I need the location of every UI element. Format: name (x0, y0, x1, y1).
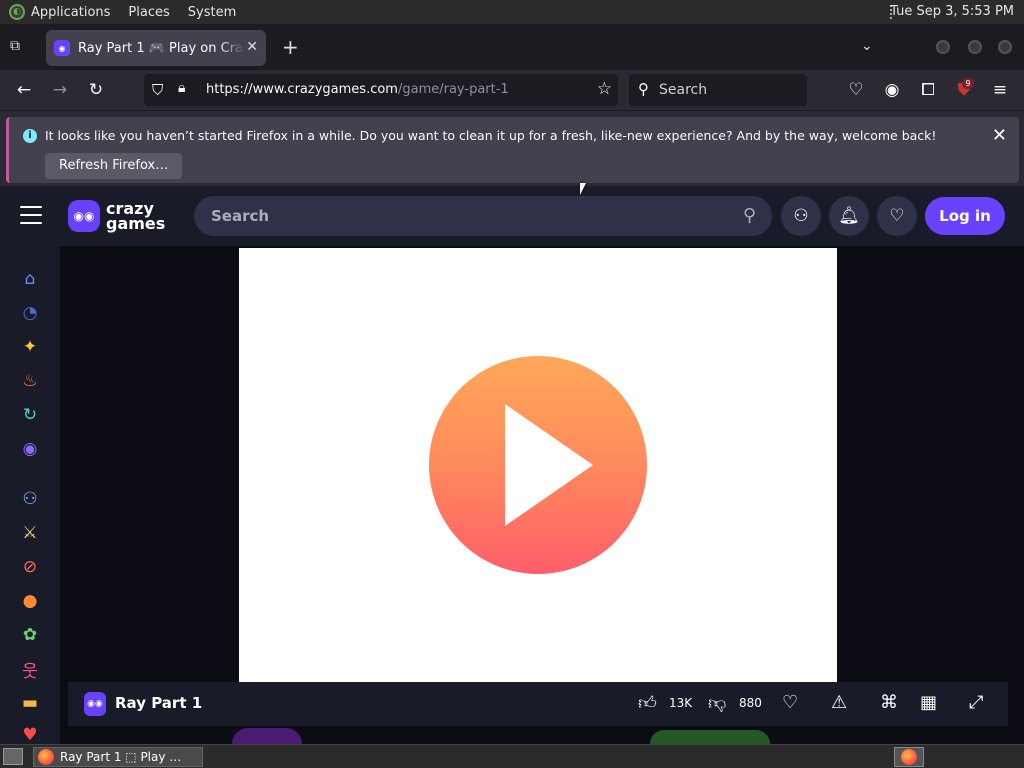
crazygames-icon[interactable]: ◉ (19, 438, 41, 460)
menu-icon[interactable]: ≡ (990, 80, 1010, 100)
basketball-icon[interactable]: ● (19, 590, 41, 612)
close-tab-icon[interactable]: ✕ (246, 39, 258, 55)
pocket-icon[interactable]: ♡ (846, 80, 866, 100)
fire-icon[interactable]: ♨ (19, 370, 41, 392)
sword-icon[interactable]: ⚔ (19, 522, 41, 544)
logo-text-line2: games (106, 214, 166, 233)
car-icon[interactable]: ▬ (19, 692, 41, 714)
thumbnail-peek (232, 728, 302, 744)
like-icon[interactable]: 👍︎ (638, 692, 657, 714)
tracking-protection-icon[interactable]: ⛉ (152, 81, 163, 99)
logo-text: crazy games (106, 201, 166, 233)
site-sidebar: ⌂ ◔ ✦ ♨ ↻ ◉ ⚇ ⚔ ⊘ ● ✿ 웃 ▬ ♥ (0, 246, 60, 744)
game-thumbnail-icon: ◉◉ (84, 692, 106, 716)
bottom-taskbar: Ray Part 1 ⬚ Play … (0, 744, 1024, 768)
crazygames-favicon-icon: ◉ (54, 40, 70, 56)
fullscreen-icon[interactable]: ⤢ (969, 692, 983, 713)
forward-icon[interactable]: → (50, 80, 70, 100)
clock-icon[interactable]: ◔ (19, 302, 41, 324)
url-text[interactable]: https://www.crazygames.com/game/ray-part… (206, 82, 509, 97)
search-bar[interactable]: ⚲ Search (629, 74, 807, 106)
home-icon[interactable]: ⌂ (19, 268, 41, 290)
search-icon: ⚲ (638, 80, 649, 98)
qr-code-icon[interactable]: ▦ (920, 692, 937, 713)
info-icon: i (23, 129, 37, 143)
embed-icon[interactable]: ⌘ (880, 692, 898, 713)
refresh-firefox-button[interactable]: Refresh Firefox… (45, 153, 183, 179)
tab-ray-part-1[interactable]: ◉ Ray Part 1 🎮 Play on CrazyGames ✕ (46, 30, 266, 66)
bookmark-star-icon[interactable]: ☆ (597, 79, 612, 99)
flower-icon[interactable]: ✿ (19, 624, 41, 646)
site-header: ◉◉ crazy games Search ⚲ ⚇ 🔔︎ ♡ Log in (0, 186, 1024, 246)
url-path: /game/ray-part-1 (397, 82, 509, 97)
compass-icon[interactable]: ⊘ (19, 556, 41, 578)
favorite-heart-icon[interactable]: ♡ (782, 692, 798, 713)
cards-icon[interactable]: ♥ (19, 726, 41, 744)
system-top-panel: ◐ Applications Places System Tue Sep 3, … (0, 0, 1024, 24)
mouse-cursor-icon (580, 183, 586, 195)
taskbar-window-label: Ray Part 1 ⬚ Play … (60, 750, 182, 764)
reload-icon[interactable]: ↻ (86, 80, 106, 100)
distro-logo-icon[interactable]: ◐ (9, 4, 25, 20)
workspace-switcher[interactable] (894, 747, 924, 767)
url-bar[interactable]: ⛉ 🔒︎ https://www.crazygames.com/game/ray… (144, 74, 618, 106)
sparkles-icon[interactable]: ✦ (19, 336, 41, 358)
close-window-icon[interactable] (998, 40, 1012, 54)
account-icon[interactable]: ◉ (882, 80, 902, 100)
play-icon (505, 404, 593, 526)
places-menu[interactable]: Places (128, 5, 169, 20)
search-placeholder: Search (659, 82, 708, 98)
applications-menu[interactable]: Applications (31, 5, 110, 20)
notifications-bell-icon[interactable]: 🔔︎ (829, 196, 869, 236)
system-menu[interactable]: System (188, 5, 236, 20)
crazygames-page: ◉◉ crazy games Search ⚲ ⚇ 🔔︎ ♡ Log in ⌂ … (0, 186, 1024, 744)
like-count: 13K (669, 696, 693, 710)
notification-box: i It looks like you haven’t started Fire… (6, 117, 1019, 183)
extension-badge: 9 (962, 78, 974, 89)
site-search-placeholder: Search (211, 207, 270, 225)
maximize-window-icon[interactable] (968, 40, 982, 54)
stickman-icon[interactable]: 웃 (19, 658, 41, 682)
site-search-icon[interactable]: ⚲ (743, 205, 756, 226)
extensions-icon[interactable]: ⧠ (918, 80, 938, 100)
hamburger-menu-icon[interactable] (20, 206, 42, 226)
notification-message: It looks like you haven’t started Firefo… (45, 128, 937, 143)
navigation-toolbar: ← → ↻ ⛉ 🔒︎ https://www.crazygames.com/ga… (0, 70, 1024, 110)
play-button[interactable] (429, 356, 647, 574)
lock-icon[interactable]: 🔒︎ (178, 80, 185, 96)
crazygames-logo[interactable]: ◉◉ crazy games (68, 200, 165, 232)
minimize-window-icon[interactable] (936, 40, 950, 54)
favorites-heart-icon[interactable]: ♡ (877, 196, 917, 236)
notification-bar: i It looks like you haven’t started Fire… (0, 110, 1024, 186)
game-info-bar: ◉◉ Ray Part 1 👍︎ 13K 👎︎ 880 ♡ ⚠ ⌘ ▦ ⤢ (68, 682, 1008, 726)
taskbar-window-firefox[interactable]: Ray Part 1 ⬚ Play … (33, 747, 203, 767)
firefox-tray-icon (901, 749, 917, 765)
tab-bar: ⧉ ◉ Ray Part 1 🎮 Play on CrazyGames ✕ + … (0, 24, 1024, 70)
report-icon[interactable]: ⚠ (831, 692, 847, 713)
site-search-input[interactable]: Search ⚲ (194, 196, 772, 236)
users-icon[interactable]: ⚇ (19, 488, 41, 510)
clock[interactable]: Tue Sep 3, 5:53 PM (890, 4, 1014, 19)
firefox-view-icon[interactable]: ⧉ (10, 38, 28, 56)
show-desktop-icon[interactable] (3, 748, 23, 765)
url-host: https://www.crazygames.com (206, 82, 398, 97)
back-icon[interactable]: ← (14, 80, 34, 100)
login-button[interactable]: Log in (925, 197, 1005, 235)
list-all-tabs-icon[interactable]: ⌄ (861, 38, 873, 54)
thumbnail-peek (650, 730, 770, 744)
friends-icon[interactable]: ⚇ (781, 196, 821, 236)
dislike-count: 880 (739, 696, 762, 710)
dislike-icon[interactable]: 👎︎ (708, 692, 726, 714)
game-frame[interactable] (239, 248, 837, 682)
crazygames-logo-icon: ◉◉ (68, 200, 100, 232)
refresh-icon[interactable]: ↻ (19, 404, 41, 426)
new-tab-icon[interactable]: + (282, 37, 299, 57)
tab-title: Ray Part 1 🎮 Play on CrazyGames (78, 40, 244, 56)
firefox-icon (38, 749, 54, 765)
close-notification-icon[interactable]: ✕ (992, 125, 1007, 146)
game-title: Ray Part 1 (115, 694, 203, 712)
